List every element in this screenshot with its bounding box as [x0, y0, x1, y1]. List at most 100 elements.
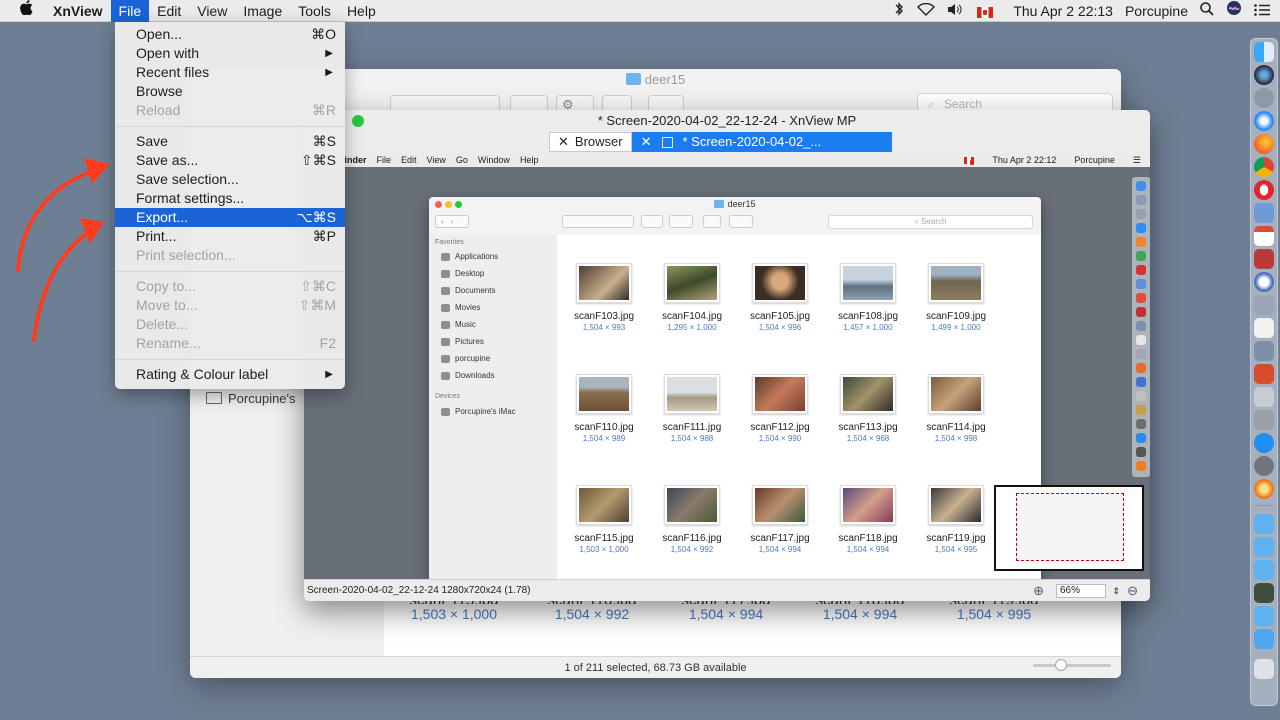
- folder-icon[interactable]: [1254, 606, 1274, 626]
- zoom-stepper-icon[interactable]: ⇕: [1112, 580, 1120, 601]
- menu-item-label: Save selection...: [136, 171, 239, 187]
- menu-item-shortcut: ⇧⌘M: [298, 297, 336, 313]
- menu-item-delete: Delete...: [115, 315, 345, 334]
- menu-help[interactable]: Help: [339, 0, 384, 22]
- menu-image[interactable]: Image: [235, 0, 290, 22]
- screenshot-icon[interactable]: [1254, 583, 1274, 603]
- menu-item-label: Rename...: [136, 335, 201, 351]
- folder-icon[interactable]: [1254, 560, 1274, 580]
- downloads-folder-icon[interactable]: [1254, 629, 1274, 649]
- menu-item-recent-files[interactable]: Recent files ▶: [115, 63, 345, 82]
- firefox-app-icon[interactable]: [1254, 134, 1274, 154]
- menu-tools[interactable]: Tools: [290, 0, 339, 22]
- preview-app-icon[interactable]: [1254, 203, 1274, 223]
- menu-edit[interactable]: Edit: [149, 0, 189, 22]
- image-app-icon[interactable]: [1254, 295, 1274, 315]
- xnview-window[interactable]: * Screen-2020-04-02_22-12-24 - XnView MP…: [304, 110, 1150, 601]
- wifi-icon[interactable]: [911, 0, 941, 22]
- file-menu-dropdown: Open... ⌘O Open with ▶ Recent files ▶ Browse Re…: [115, 22, 345, 389]
- zoom-out-icon[interactable]: ⊖: [1127, 580, 1138, 601]
- scanner-app-icon[interactable]: [1254, 341, 1274, 361]
- folder-icon[interactable]: [1254, 514, 1274, 534]
- app-menu[interactable]: XnView: [45, 0, 111, 22]
- opera-app-icon[interactable]: [1254, 180, 1274, 200]
- menubar-user[interactable]: Porcupine: [1119, 0, 1194, 22]
- spotlight-search-icon[interactable]: [1194, 0, 1220, 22]
- file-item: scanF108.jpg 1,457 × 1,000: [824, 263, 912, 332]
- inner-menu-help: Help: [519, 155, 539, 165]
- menu-file[interactable]: File: [110, 0, 150, 22]
- notification-center-icon[interactable]: [1248, 0, 1280, 22]
- finder-back-file-row: scanF115.jpg1,503 × 1,000 scanF116.jpg1,…: [384, 592, 1121, 652]
- menu-item-open-with[interactable]: Open with ▶: [115, 44, 345, 63]
- close-tab-icon[interactable]: ✕: [558, 132, 569, 152]
- zoom-in-icon[interactable]: ⊕: [1033, 580, 1044, 601]
- menu-item-browse[interactable]: Browse: [115, 82, 345, 101]
- menu-item-label: Save: [136, 133, 168, 149]
- siri-icon[interactable]: [1220, 0, 1248, 22]
- app-store-app-icon[interactable]: [1254, 433, 1274, 453]
- safari-app-icon[interactable]: [1254, 111, 1274, 131]
- menu-item-open[interactable]: Open... ⌘O: [115, 25, 345, 44]
- menu-item-format-settings[interactable]: Format settings...: [115, 189, 345, 208]
- photo-thumbnail: [840, 485, 896, 525]
- menu-item-print[interactable]: Print... ⌘P: [115, 227, 345, 246]
- volume-icon[interactable]: [941, 0, 971, 22]
- menu-item-rating-colour-label[interactable]: Rating & Colour label ▶: [115, 365, 345, 384]
- xnview-app-icon[interactable]: [1254, 479, 1274, 499]
- textedit-app-icon[interactable]: [1254, 318, 1274, 338]
- disk-app-icon[interactable]: [1254, 410, 1274, 430]
- menu-item-rename: Rename... F2: [115, 334, 345, 353]
- image-viewer[interactable]: Finder File Edit View Go Window Help Thu…: [304, 153, 1150, 579]
- inner-file-grid: scanF103.jpg 1,504 × 993 scanF104.jpg 1,29…: [557, 235, 1041, 579]
- xnview-tabs: ✕ Browser ✕ * Screen-2020-04-02_...: [549, 132, 892, 152]
- system-preferences-app-icon[interactable]: [1254, 456, 1274, 476]
- file-item: scanF104.jpg 1,295 × 1,000: [648, 263, 736, 332]
- launchpad-app-icon[interactable]: [1254, 88, 1274, 108]
- inner-menu-view: View: [426, 155, 446, 165]
- folder-icon[interactable]: [1254, 537, 1274, 557]
- computer-icon: [206, 392, 222, 404]
- dock: [1250, 38, 1278, 706]
- input-source-flag-icon[interactable]: [971, 0, 999, 22]
- bluetooth-icon[interactable]: [887, 0, 911, 22]
- menu-item-save[interactable]: Save ⌘S: [115, 132, 345, 151]
- calendar-app-icon[interactable]: [1254, 226, 1274, 246]
- zoom-level-input[interactable]: 66%: [1056, 584, 1106, 598]
- trash-icon[interactable]: [1254, 659, 1274, 679]
- finder-app-icon[interactable]: [1254, 42, 1274, 62]
- close-tab-icon[interactable]: ✕: [641, 132, 652, 152]
- navigator-viewport[interactable]: [1016, 493, 1124, 561]
- menubar-clock[interactable]: Thu Apr 2 22:13: [999, 0, 1119, 22]
- menu-item-shortcut: ⌘R: [311, 102, 336, 118]
- chrome-app-icon[interactable]: [1254, 157, 1274, 177]
- siri-app-icon[interactable]: [1254, 65, 1274, 85]
- downloads-icon: [441, 371, 450, 380]
- finder-back-title-text: deer15: [644, 72, 686, 87]
- utility-app-icon[interactable]: [1254, 387, 1274, 407]
- photo-app-icon[interactable]: [1254, 364, 1274, 384]
- slider-knob[interactable]: [1055, 659, 1067, 671]
- dictionary-app-icon[interactable]: [1254, 249, 1274, 269]
- icon-size-slider[interactable]: [1033, 659, 1111, 671]
- inner-tag-button: [729, 215, 753, 228]
- menu-item-export[interactable]: Export... ⌥⌘S: [115, 208, 345, 227]
- menu-item-save-selection[interactable]: Save selection...: [115, 170, 345, 189]
- bbedit-app-icon[interactable]: [1254, 272, 1274, 292]
- navigator-preview[interactable]: [994, 485, 1144, 571]
- apple-menu-icon[interactable]: [0, 0, 45, 22]
- photo-thumbnail: [664, 374, 720, 414]
- inner-finder-window: deer15 ‹ › ⌕ Search Favorites Applicatio…: [429, 197, 1041, 579]
- inner-user: Porcupine: [1074, 155, 1115, 165]
- menu-item-label: Export...: [136, 209, 189, 225]
- menu-item-save-as[interactable]: Save as... ⇧⌘S: [115, 151, 345, 170]
- menu-item-label: Print...: [136, 228, 177, 244]
- menu-view[interactable]: View: [189, 0, 235, 22]
- photo-thumbnail: [576, 485, 632, 525]
- sidebar-item-imac[interactable]: Porcupine's: [206, 391, 296, 406]
- documents-icon: [441, 286, 450, 295]
- file-dims: 1,504 × 992: [554, 606, 630, 622]
- tab-browser[interactable]: ✕ Browser: [549, 132, 632, 152]
- computer-icon: [441, 407, 450, 416]
- tab-image[interactable]: ✕ * Screen-2020-04-02_...: [631, 132, 892, 152]
